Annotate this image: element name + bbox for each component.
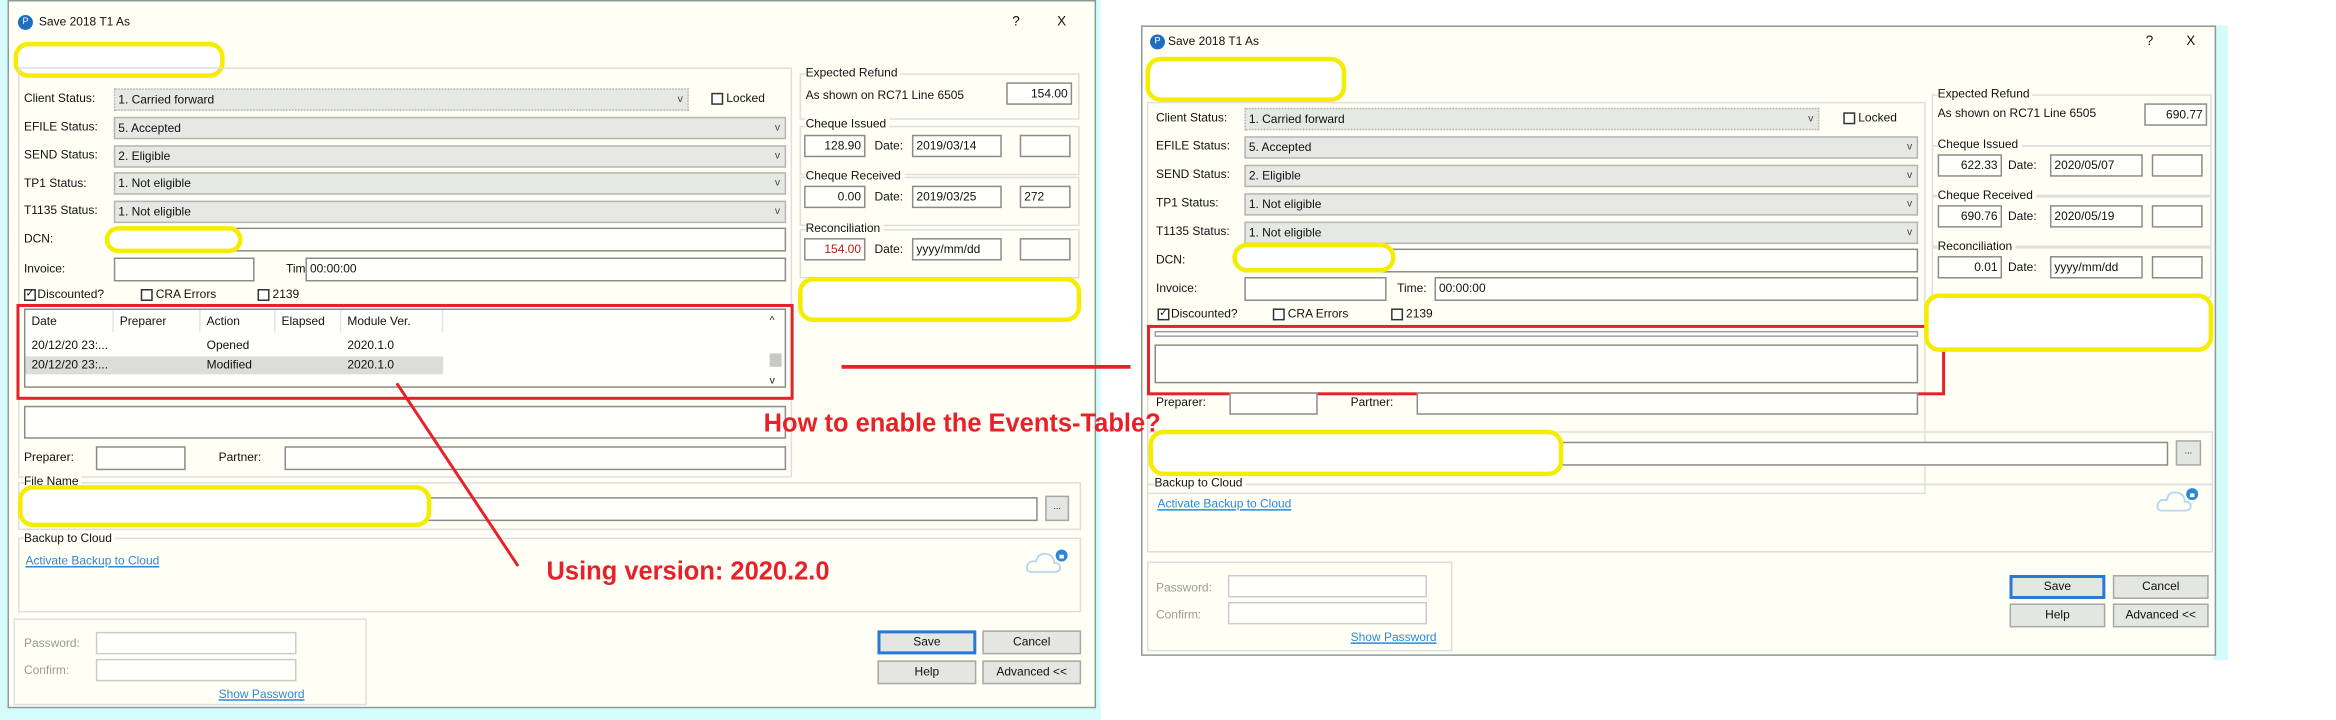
annotation-version-note: Using version: 2020.2.0 [546, 557, 830, 586]
annotation-question: How to enable the Events-Table? [763, 408, 1161, 438]
screenshot-stage: P Save 2018 T1 As ? X Client Status: 1. … [0, 0, 2336, 720]
pointer-line [395, 382, 520, 567]
annotation-lines [395, 364, 1131, 567]
